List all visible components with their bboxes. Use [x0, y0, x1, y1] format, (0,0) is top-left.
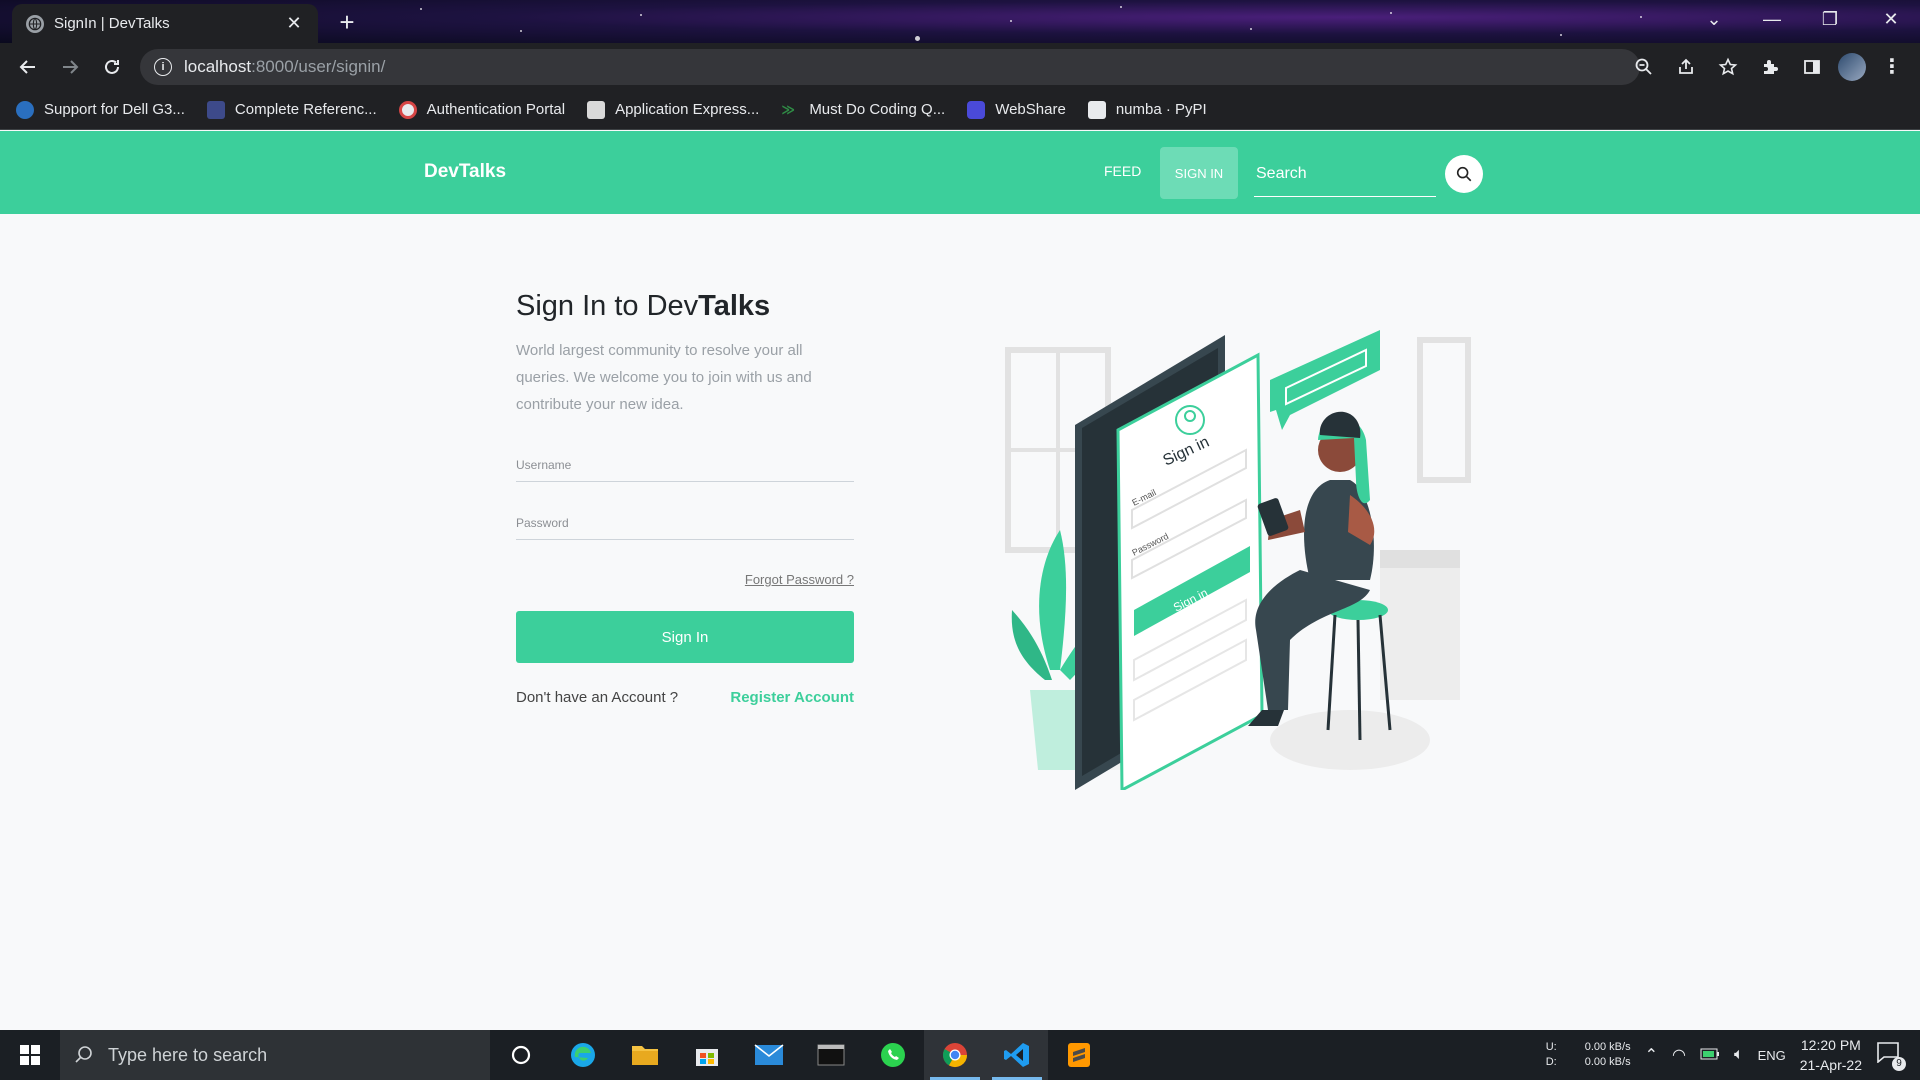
store-icon[interactable]: [676, 1030, 738, 1080]
bookmark-item[interactable]: ≫ Must Do Coding Q...: [781, 101, 945, 119]
reload-icon[interactable]: [96, 51, 128, 83]
search-icon: [1456, 166, 1472, 182]
more-menu-icon[interactable]: ⋮: [1876, 51, 1908, 83]
webshare-icon: [967, 100, 986, 119]
new-tab-icon[interactable]: +: [332, 9, 362, 35]
register-row: Don't have an Account ? Register Account: [516, 689, 854, 706]
system-tray: U: D: 0.00 kB/s 0.00 kB/s ⌃ ◠ 🔈︎ ENG 12:20…: [1546, 1030, 1920, 1080]
vscode-icon[interactable]: [986, 1030, 1048, 1080]
page-icon: [587, 100, 606, 119]
terminal-icon[interactable]: [800, 1030, 862, 1080]
notification-icon[interactable]: 9: [1876, 1041, 1906, 1071]
minimize-icon[interactable]: —: [1743, 0, 1801, 38]
side-panel-icon[interactable]: [1796, 51, 1828, 83]
taskbar-search[interactable]: Type here to search: [60, 1030, 490, 1080]
forward-icon[interactable]: [54, 51, 86, 83]
search-icon: [75, 1046, 92, 1063]
forgot-password-link[interactable]: Forgot Password ?: [516, 572, 854, 587]
signin-form: Sign In to DevTalks World largest commun…: [516, 290, 854, 706]
username-field[interactable]: [516, 448, 854, 482]
browser-tab-strip: SignIn | DevTalks ✕ + ⌄ — ❐ ✕: [0, 0, 1920, 43]
clock[interactable]: 12:20 PM 21-Apr-22: [1800, 1035, 1862, 1075]
nav-signin-link[interactable]: SIGN IN: [1160, 147, 1238, 199]
no-account-text: Don't have an Account ?: [516, 689, 679, 706]
profile-avatar[interactable]: [1838, 52, 1866, 81]
bookmark-item[interactable]: Support for Dell G3...: [16, 100, 185, 119]
search-input[interactable]: [1254, 151, 1436, 197]
chevron-up-icon[interactable]: ⌃: [1645, 1045, 1658, 1065]
mail-icon[interactable]: [738, 1030, 800, 1080]
volume-icon[interactable]: 🔈︎: [1734, 1046, 1744, 1064]
notification-count: 9: [1892, 1057, 1906, 1071]
language-indicator[interactable]: ENG: [1758, 1048, 1786, 1063]
signin-subtitle: World largest community to resolve your …: [516, 342, 812, 413]
bookmarks-bar: Support for Dell G3... Complete Referenc…: [0, 90, 1920, 130]
browser-tab[interactable]: SignIn | DevTalks ✕: [12, 4, 318, 43]
close-tab-icon[interactable]: ✕: [284, 13, 304, 34]
battery-icon[interactable]: [1700, 1047, 1720, 1064]
signin-button[interactable]: Sign In: [516, 611, 854, 663]
info-icon[interactable]: i: [154, 58, 172, 76]
tab-search-icon[interactable]: ⌄: [1685, 0, 1743, 38]
restore-icon[interactable]: ❐: [1801, 0, 1859, 38]
portal-icon: [398, 100, 417, 119]
wifi-icon[interactable]: ◠: [1672, 1045, 1686, 1065]
bookmark-item[interactable]: Authentication Portal: [398, 100, 565, 119]
file-explorer-icon[interactable]: [614, 1030, 676, 1080]
chrome-icon[interactable]: [924, 1030, 986, 1080]
net-speed-meter: U: D: 0.00 kB/s 0.00 kB/s: [1545, 1041, 1631, 1068]
globe-icon: [26, 14, 44, 33]
sublime-icon[interactable]: [1048, 1030, 1110, 1080]
zoom-icon[interactable]: [1628, 51, 1660, 83]
bookmark-item[interactable]: Complete Referenc...: [206, 100, 377, 119]
gfg-icon: ≫: [781, 101, 795, 117]
dell-icon: [16, 100, 34, 119]
address-bar[interactable]: i localhost:8000/user/signin/: [140, 49, 1640, 85]
password-field[interactable]: [516, 506, 854, 540]
browser-toolbar: i localhost:8000/user/signin/ ⋮: [0, 43, 1920, 90]
page-title: Sign In to DevTalks: [516, 290, 771, 322]
toolbar-icons: ⋮: [1628, 43, 1920, 90]
brand-logo[interactable]: DevTalks: [424, 161, 506, 183]
share-icon[interactable]: [1670, 51, 1702, 83]
extensions-icon[interactable]: [1754, 51, 1786, 83]
bookmark-item[interactable]: WebShare: [967, 100, 1066, 119]
search-button[interactable]: [1445, 155, 1483, 193]
nav-feed-link[interactable]: FEED: [1104, 163, 1141, 179]
windows-start-icon[interactable]: [0, 1030, 60, 1080]
signin-illustration: Sign in E-mail Password Sign in: [1005, 330, 1471, 790]
main-content: Sign In to DevTalks World largest commun…: [0, 214, 1920, 1030]
bookmark-star-icon[interactable]: [1712, 51, 1744, 83]
back-icon[interactable]: [12, 51, 44, 83]
hackerrank-icon: [206, 100, 225, 119]
tab-title: SignIn | DevTalks: [54, 15, 170, 32]
bookmark-item[interactable]: Application Express...: [587, 100, 759, 119]
bookmark-item[interactable]: numba · PyPI: [1087, 100, 1207, 119]
taskbar-search-placeholder: Type here to search: [108, 1044, 268, 1065]
site-navbar: DevTalks FEED SIGN IN: [0, 131, 1920, 214]
url-text: localhost:8000/user/signin/: [184, 57, 386, 76]
pypi-icon: [1087, 100, 1106, 119]
edge-icon[interactable]: [552, 1030, 614, 1080]
cortana-icon[interactable]: [490, 1030, 552, 1080]
window-close-icon[interactable]: ✕: [1862, 0, 1920, 38]
whatsapp-icon[interactable]: [862, 1030, 924, 1080]
windows-taskbar: Type here to search U: D: 0.00 kB/s 0.00 k…: [0, 1030, 1920, 1080]
register-account-link[interactable]: Register Account: [730, 689, 854, 706]
